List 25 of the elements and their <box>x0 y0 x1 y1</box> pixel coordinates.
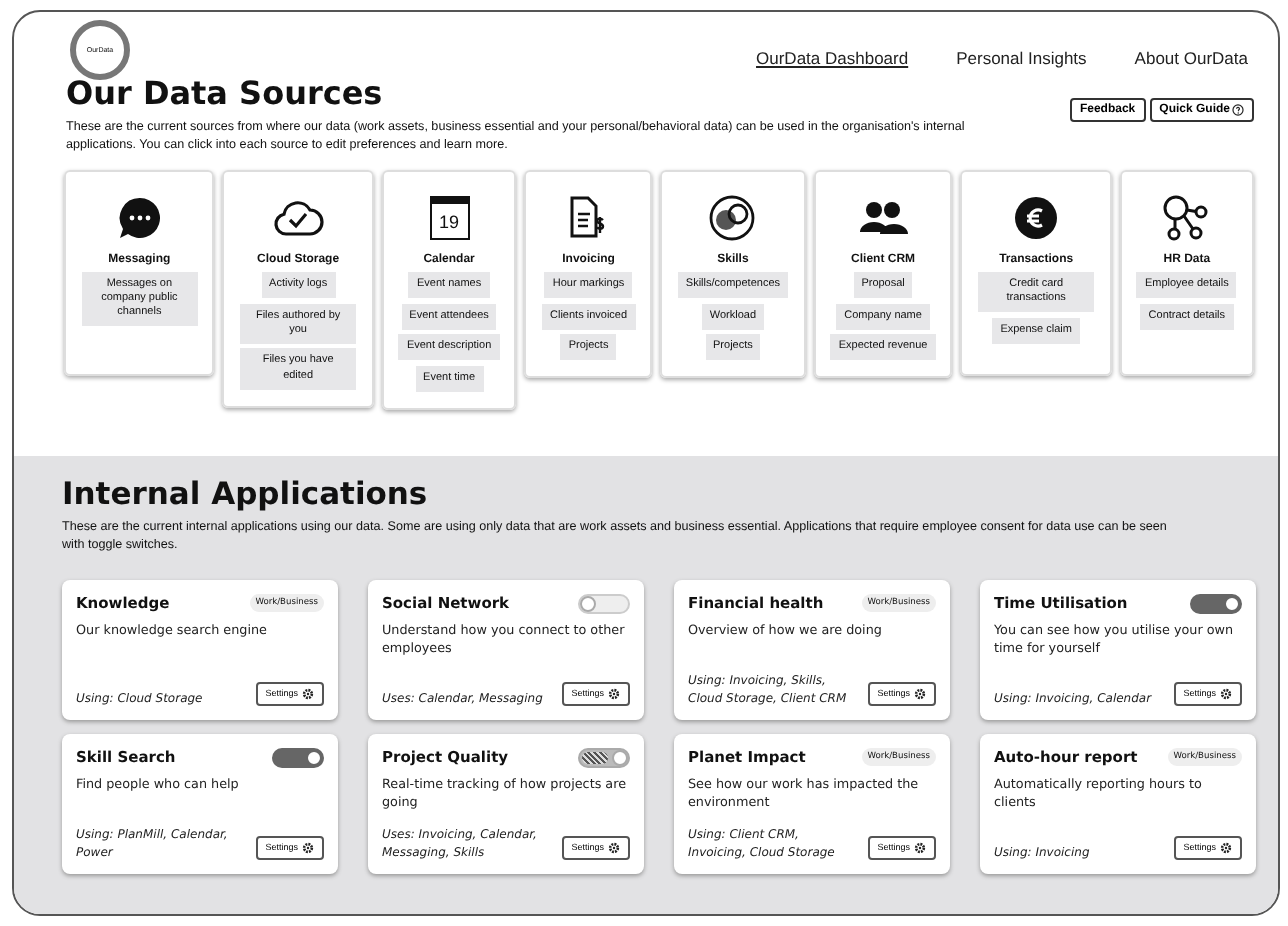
skills-icon <box>708 194 757 242</box>
nav-link[interactable]: About OurData <box>1134 48 1248 68</box>
section-title: Internal Applications <box>62 476 430 512</box>
network-icon <box>1162 194 1211 242</box>
toggle-switch[interactable] <box>1190 593 1242 614</box>
toggle-switch[interactable] <box>272 747 324 768</box>
people-icon <box>857 200 910 236</box>
settings-icon <box>914 841 926 854</box>
help-icon <box>1232 104 1244 116</box>
nav-link[interactable]: OurData Dashboard <box>756 48 909 68</box>
nav-link[interactable]: Personal Insights <box>956 48 1087 68</box>
invoice-icon <box>570 196 607 240</box>
settings-icon <box>1220 841 1232 854</box>
settings-icon <box>608 841 620 854</box>
toggle-switch[interactable] <box>578 747 630 768</box>
settings-icon <box>1220 687 1232 700</box>
settings-icon <box>608 687 620 700</box>
section-title: Our Data Sources <box>66 74 383 112</box>
settings-icon <box>914 687 926 700</box>
settings-icon <box>302 687 314 700</box>
chat-icon <box>117 196 162 240</box>
settings-icon <box>302 841 314 854</box>
euro-icon <box>1014 196 1059 240</box>
cloud-check-icon <box>272 198 325 238</box>
calendar-icon: 19 <box>429 196 470 240</box>
